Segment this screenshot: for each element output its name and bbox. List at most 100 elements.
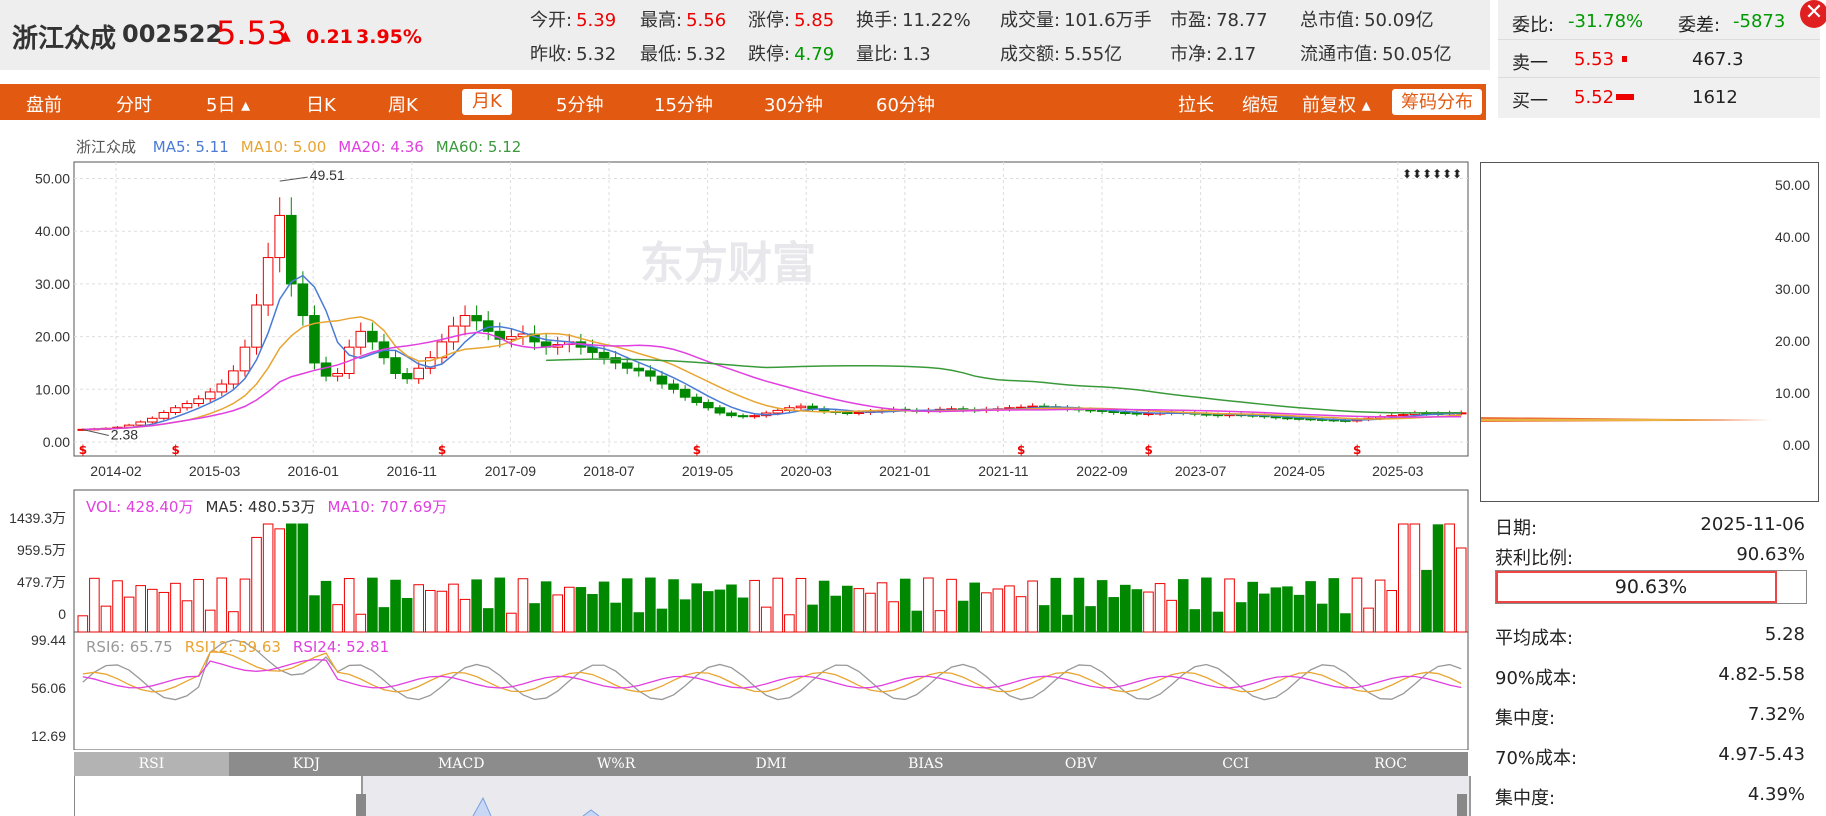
candle-body	[297, 283, 309, 317]
time-tick: 2014-02	[90, 463, 142, 479]
tab-period[interactable]: 5分钟	[556, 91, 603, 117]
profit-ratio-bar: 90.63%	[1495, 570, 1807, 604]
indicator-tab[interactable]: W%R	[539, 752, 694, 776]
indicator-tab[interactable]: OBV	[1003, 752, 1158, 776]
candle-body	[459, 315, 471, 327]
chip-date-value: 2025-11-06	[1700, 514, 1805, 535]
chip-price-tick: 40.00	[1774, 229, 1810, 245]
volume-bar	[297, 523, 309, 633]
candle-body	[703, 401, 714, 409]
volume-bar	[981, 592, 992, 633]
tool-button[interactable]: 筹码分布	[1392, 89, 1482, 115]
indicator-tab[interactable]: CCI	[1158, 752, 1313, 776]
volume-legend-item: MA10: 707.69万	[327, 498, 448, 516]
marker-arrow-icon: ⬍	[1452, 167, 1462, 181]
indicator-tab[interactable]: ROC	[1313, 752, 1468, 776]
volume-bar	[934, 610, 946, 633]
volume-bar	[1108, 597, 1119, 633]
concentration90-value: 7.32%	[1747, 704, 1805, 725]
tab-period[interactable]: 日K	[306, 91, 336, 117]
volume-bar	[1374, 579, 1386, 633]
volume-bar	[598, 581, 610, 633]
volume-bar	[204, 609, 216, 633]
quote-label: 成交额:	[1000, 44, 1061, 65]
quote-label: 今开:	[530, 10, 573, 31]
quote-field: 流通市值: 50.05亿	[1300, 40, 1452, 66]
dividend-marker: $	[79, 443, 87, 457]
volume-bar	[853, 588, 865, 633]
candle-body	[147, 417, 158, 423]
tab-period[interactable]: 分时	[116, 91, 152, 117]
low-annotation: 2.38	[111, 426, 138, 442]
volume-bar	[610, 602, 621, 633]
volume-bar	[865, 592, 876, 633]
volume-bar	[343, 578, 355, 633]
range-left-handle[interactable]	[356, 794, 366, 816]
volume-bar	[1177, 579, 1189, 633]
range-selection[interactable]	[361, 776, 1471, 816]
period-toolbar: 盘前 分时 5日 ▴ 日K 周K 月K 5分钟 15分钟 30分钟 60分钟 拉长 缩短 前复权 ▴ 筹…	[0, 84, 1486, 120]
quote-field: 今开: 5.39	[530, 6, 616, 32]
indicator-tab[interactable]: MACD	[384, 752, 539, 776]
tab-period[interactable]: 60分钟	[876, 91, 935, 117]
indicator-tab[interactable]: KDJ	[229, 752, 384, 776]
price-tick-left: 0.00	[43, 434, 70, 450]
volume-bar	[1282, 586, 1293, 633]
indicator-tab[interactable]: RSI	[74, 752, 229, 776]
tab-period[interactable]: 30分钟	[764, 91, 823, 117]
quote-label: 市盈:	[1170, 10, 1213, 31]
tab-period[interactable]: 盘前	[26, 91, 62, 117]
tab-period[interactable]: 15分钟	[654, 91, 713, 117]
tab-period[interactable]: 周K	[388, 91, 418, 117]
volume-bar	[262, 523, 274, 633]
cost90-value: 4.82-5.58	[1718, 664, 1805, 685]
volume-bar	[703, 591, 714, 633]
quote-value: 2.17	[1216, 44, 1257, 65]
volume-bar	[1143, 591, 1154, 633]
quote-label: 跌停:	[748, 44, 791, 65]
weibi-row: 委比: -31.78% 委差: -5873	[1498, 2, 1820, 40]
volume-bar	[309, 595, 320, 633]
candle-body	[448, 325, 459, 343]
chip-date-label: 日期:	[1495, 518, 1538, 539]
tool-button[interactable]: 拉长	[1178, 91, 1214, 117]
volume-bar	[448, 583, 459, 633]
candle-body	[413, 367, 424, 380]
time-tick: 2018-07	[583, 463, 635, 479]
volume-bar	[239, 578, 251, 633]
indicator-tab[interactable]: BIAS	[848, 752, 1003, 776]
tab-period[interactable]: 月K	[462, 89, 512, 115]
volume-bar	[100, 605, 112, 633]
dividend-marker: $	[171, 443, 179, 457]
kline-chart[interactable]: 浙江众成 MA5: 5.11 MA10: 5.00 MA20: 4.36 MA60: …	[0, 130, 1486, 816]
volume-bar	[401, 597, 413, 633]
quote-value: 5.32	[686, 44, 727, 65]
rsi-legend: RSI6: 65.75 RSI12: 59.63 RSI24: 52.81	[86, 638, 401, 656]
candle-body	[471, 315, 482, 322]
indicator-tabs: RSI KDJ MACD W%R DMI BIAS OBV CCI ROC	[74, 752, 1468, 776]
price-tick-left: 20.00	[35, 329, 70, 345]
indicator-tab[interactable]: DMI	[694, 752, 849, 776]
tab-period[interactable]: 5日 ▴	[206, 91, 250, 117]
volume-bar	[123, 596, 135, 633]
tool-button[interactable]: 缩短	[1242, 91, 1278, 117]
volume-bar	[251, 536, 262, 633]
watermark-text: 东方财富	[640, 238, 816, 289]
volume-bar	[1038, 605, 1050, 633]
close-icon[interactable]: ✕	[1800, 0, 1826, 28]
volume-bar	[367, 577, 378, 633]
candle-body	[355, 330, 367, 348]
range-scroller[interactable]	[74, 776, 1471, 816]
candle-body	[749, 415, 760, 418]
range-right-handle[interactable]	[1457, 794, 1467, 816]
candle-body	[1120, 411, 1131, 414]
volume-bar	[158, 591, 170, 633]
candle-body	[401, 373, 413, 380]
dividend-marker: $	[1353, 443, 1361, 457]
marker-arrow-icon: ⬍	[1412, 167, 1422, 181]
price-tick-left: 40.00	[35, 223, 70, 239]
volume-bar	[876, 582, 888, 633]
dividend-marker: $	[438, 443, 446, 457]
high-pointer	[279, 176, 308, 182]
tool-button[interactable]: 前复权 ▴	[1302, 91, 1371, 117]
